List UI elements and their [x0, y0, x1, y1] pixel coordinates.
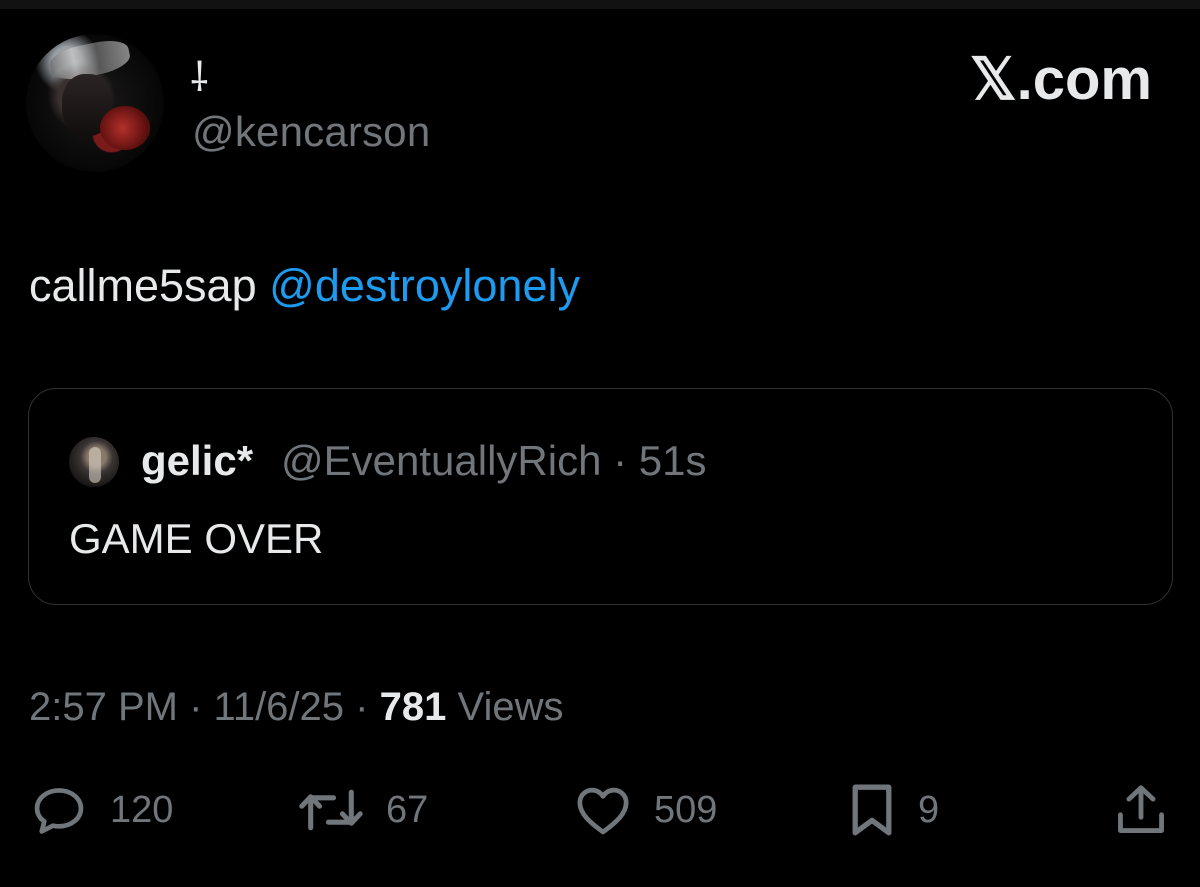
author-handle[interactable]: @kencarson	[192, 106, 430, 158]
author-display-name[interactable]: ⸸	[190, 58, 209, 98]
share-button[interactable]	[1112, 780, 1170, 840]
reply-icon	[34, 788, 84, 834]
repost-count: 67	[386, 789, 429, 831]
x-logo: 𝕏.com	[969, 47, 1152, 112]
quoted-age[interactable]: 51s	[639, 437, 707, 484]
meta-separator-2: ·	[355, 685, 369, 729]
tweet-date[interactable]: 11/6/25	[214, 685, 345, 729]
reply-button[interactable]: 120	[30, 780, 173, 840]
quoted-avatar-figure	[89, 447, 101, 483]
heart-icon	[577, 787, 629, 835]
quoted-display-name[interactable]: gelic*	[141, 435, 253, 487]
reply-count: 120	[110, 789, 174, 831]
bookmark-count: 9	[918, 789, 940, 831]
mention-link[interactable]: @destroylonely	[269, 260, 580, 311]
tweet-body: callme5sap	[29, 260, 257, 311]
bookmark-button[interactable]: 9	[848, 780, 939, 840]
quoted-handle[interactable]: @EventuallyRich	[281, 437, 601, 484]
tweet-meta: 2:57 PM · 11/6/25 · 781 Views	[29, 680, 563, 734]
views-label: Views	[457, 685, 564, 729]
repost-icon	[299, 789, 363, 831]
repost-button[interactable]: 67	[298, 780, 428, 840]
bookmark-icon	[852, 784, 892, 836]
like-count: 509	[654, 789, 718, 831]
tweet-time[interactable]: 2:57 PM	[29, 685, 178, 729]
share-icon	[1118, 785, 1164, 833]
avatar-hand	[100, 106, 150, 150]
top-strip	[0, 0, 1200, 9]
views-count: 781	[379, 685, 447, 729]
tweet-text: callme5sap @destroylonely	[29, 256, 580, 316]
quoted-tweet[interactable]: gelic* @EventuallyRich · 51s GAME OVER	[28, 388, 1173, 605]
quoted-separator: ·	[613, 437, 628, 484]
meta-separator-1: ·	[189, 685, 203, 729]
author-avatar[interactable]	[26, 34, 164, 172]
quoted-avatar[interactable]	[69, 437, 119, 487]
like-button[interactable]: 509	[574, 780, 717, 840]
quoted-handle-line: @EventuallyRich · 51s	[281, 435, 707, 487]
quoted-text: GAME OVER	[69, 515, 324, 562]
